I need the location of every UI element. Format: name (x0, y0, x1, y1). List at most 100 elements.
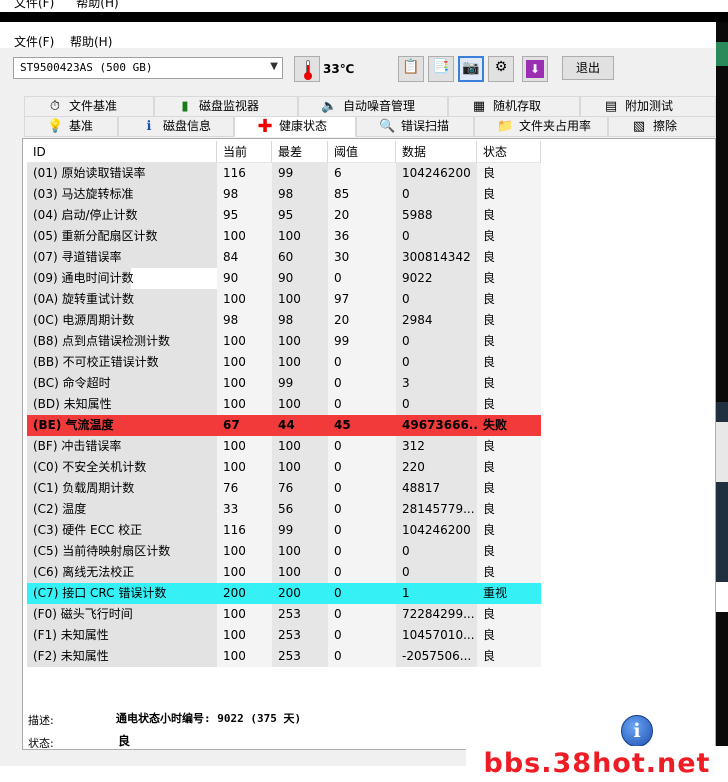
cell-wor: 200 (272, 583, 328, 604)
cell-sta: 良 (477, 436, 541, 457)
tab-folder-usage[interactable]: 📁 文件夹占用率 (474, 116, 608, 137)
drive-select[interactable]: ST9500423AS (500 GB) ▼ (13, 57, 283, 79)
table-row[interactable]: (C7) 接口 CRC 错误计数 200 200 0 1 重视 (27, 583, 707, 604)
chevron-down-icon: ▼ (270, 61, 278, 72)
tab-label: 磁盘监视器 (199, 99, 260, 113)
tab-file-benchmark[interactable]: ⏱ 文件基准 (24, 96, 154, 117)
cell-dat: 104246200 (396, 520, 477, 541)
cell-sta: 良 (477, 499, 541, 520)
table-row[interactable]: (09) 通电时间计数 90 90 0 9022 良 (27, 268, 707, 289)
tab-label: 擦除 (653, 119, 678, 133)
tab-label: 自动噪音管理 (343, 99, 416, 113)
cell-id: (C2) 温度 (27, 499, 217, 520)
cell-cur: 100 (217, 331, 272, 352)
table-row[interactable]: (F0) 磁头飞行时间 100 253 0 72284299... 良 (27, 604, 707, 625)
header-id[interactable]: ID (27, 141, 217, 163)
tab-random-access[interactable]: ▦ 随机存取 (448, 96, 580, 117)
screenshot-button[interactable]: 📷 (458, 56, 484, 82)
cell-id: (01) 原始读取错误率 (27, 163, 217, 184)
cell-cur: 116 (217, 163, 272, 184)
ghost-menu-file: 文件(F) (14, 0, 55, 10)
drive-select-value: ST9500423AS (500 GB) (20, 61, 153, 74)
exit-button[interactable]: 退出 (562, 56, 614, 80)
cell-cur: 100 (217, 436, 272, 457)
header-data[interactable]: 数据 (396, 141, 477, 163)
header-current[interactable]: 当前 (217, 141, 272, 163)
camera-icon: 📷 (462, 60, 480, 76)
tab-erase[interactable]: ▧ 擦除 (608, 116, 716, 137)
table-row[interactable]: (01) 原始读取错误率 116 99 6 104246200 良 (27, 163, 707, 184)
table-row[interactable]: (BC) 命令超时 100 99 0 3 良 (27, 373, 707, 394)
download-button[interactable]: ⬇ (522, 56, 548, 82)
tab-disk-monitor[interactable]: ▮ 磁盘监视器 (154, 96, 298, 117)
header-threshold[interactable]: 阈值 (328, 141, 396, 163)
ghost-menu-row: 文件(F) 帮助(H) (14, 0, 141, 11)
copy-all-button[interactable]: 📑 (428, 56, 454, 82)
description-value: 通电状态小时编号: 9022 (375 天) (116, 712, 302, 725)
info-icon: ℹ (146, 119, 152, 134)
cell-wor: 56 (272, 499, 328, 520)
cell-wor: 90 (272, 268, 328, 289)
table-row[interactable]: (05) 重新分配扇区计数 100 100 36 0 良 (27, 226, 707, 247)
table-row[interactable]: (BD) 未知属性 100 100 0 0 良 (27, 394, 707, 415)
table-row[interactable]: (C1) 负载周期计数 76 76 0 48817 良 (27, 478, 707, 499)
cell-dat: 28145779... (396, 499, 477, 520)
tab-label: 文件夹占用率 (519, 119, 592, 133)
cell-cur: 100 (217, 646, 272, 667)
watermark: bbs.38hot.net (466, 746, 728, 782)
copy-button[interactable]: 📋 (398, 56, 424, 82)
header-worst[interactable]: 最差 (272, 141, 328, 163)
table-row[interactable]: (C6) 离线无法校正 100 100 0 0 良 (27, 562, 707, 583)
table-row[interactable]: (C2) 温度 33 56 0 28145779... 良 (27, 499, 707, 520)
tab-extra-tests[interactable]: ▤ 附加测试 (580, 96, 716, 117)
tab-health[interactable]: ✚ 健康状态 (234, 116, 356, 137)
tab-noise-management[interactable]: 🔈 自动噪音管理 (298, 96, 448, 117)
table-row[interactable]: (07) 寻道错误率 84 60 30 300814342 良 (27, 247, 707, 268)
tab-benchmark[interactable]: 💡 基准 (24, 116, 118, 137)
table-row[interactable]: (B8) 点到点错误检测计数 100 100 99 0 良 (27, 331, 707, 352)
eraser-icon: ▧ (632, 119, 646, 134)
table-row[interactable]: (03) 马达旋转标准 98 98 85 0 良 (27, 184, 707, 205)
cell-id: (0C) 电源周期计数 (27, 310, 217, 331)
table-row[interactable]: (C0) 不安全关机计数 100 100 0 220 良 (27, 457, 707, 478)
cell-thr: 0 (328, 541, 396, 562)
cell-dat: 312 (396, 436, 477, 457)
cell-id: (BB) 不可校正错误计数 (27, 352, 217, 373)
tab-row-top: ⏱ 文件基准 ▮ 磁盘监视器 🔈 自动噪音管理 ▦ 随机存取 ▤ 附加测试 (24, 96, 716, 117)
cell-dat: 5988 (396, 205, 477, 226)
temperature-button[interactable] (294, 56, 320, 82)
tab-disk-info[interactable]: ℹ 磁盘信息 (118, 116, 234, 137)
cell-dat: 49673666... (396, 415, 477, 436)
cell-id: (C7) 接口 CRC 错误计数 (27, 583, 217, 604)
table-row[interactable]: (F1) 未知属性 100 253 0 10457010... 良 (27, 625, 707, 646)
cell-sta: 良 (477, 562, 541, 583)
table-row[interactable]: (04) 启动/停止计数 95 95 20 5988 良 (27, 205, 707, 226)
table-row[interactable]: (BF) 冲击错误率 100 100 0 312 良 (27, 436, 707, 457)
table-row[interactable]: (BE) 气流温度 67 44 45 49673666... 失败 (27, 415, 707, 436)
table-row[interactable]: (BB) 不可校正错误计数 100 100 0 0 良 (27, 352, 707, 373)
options-button[interactable]: ⚙ (488, 56, 514, 82)
cell-cur: 95 (217, 205, 272, 226)
cell-id: (C1) 负载周期计数 (27, 478, 217, 499)
table-row[interactable]: (C5) 当前待映射扇区计数 100 100 0 0 良 (27, 541, 707, 562)
table-row[interactable]: (C3) 硬件 ECC 校正 116 99 0 104246200 良 (27, 520, 707, 541)
tab-label: 基准 (69, 119, 94, 133)
cell-sta: 良 (477, 604, 541, 625)
cell-thr: 6 (328, 163, 396, 184)
cell-wor: 99 (272, 163, 328, 184)
table-row[interactable]: (0A) 旋转重试计数 100 100 97 0 良 (27, 289, 707, 310)
cell-dat: 0 (396, 331, 477, 352)
cell-cur: 200 (217, 583, 272, 604)
cell-wor: 100 (272, 457, 328, 478)
cell-id: (04) 启动/停止计数 (27, 205, 217, 226)
table-row[interactable]: (0C) 电源周期计数 98 98 20 2984 良 (27, 310, 707, 331)
cell-id: (F2) 未知属性 (27, 646, 217, 667)
copy-all-icon: 📑 (432, 59, 450, 75)
cell-wor: 253 (272, 646, 328, 667)
tab-error-scan[interactable]: 🔍 错误扫描 (356, 116, 474, 137)
cell-sta: 良 (477, 625, 541, 646)
header-status[interactable]: 状态 (477, 141, 541, 163)
info-icon[interactable]: i (621, 715, 653, 747)
cell-dat: 1 (396, 583, 477, 604)
table-row[interactable]: (F2) 未知属性 100 253 0 -2057506... 良 (27, 646, 707, 667)
